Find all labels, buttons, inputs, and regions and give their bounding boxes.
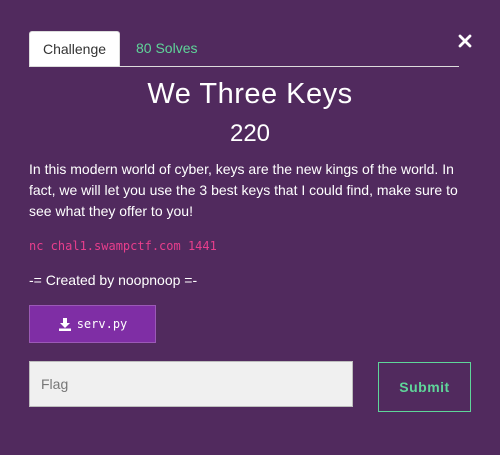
tab-solves[interactable]: 80 Solves (136, 31, 197, 66)
challenge-points: 220 (229, 120, 271, 147)
tab-bar: Challenge 80 Solves (29, 31, 459, 67)
flag-input[interactable] (29, 361, 353, 407)
submit-button[interactable]: Submit (378, 362, 471, 412)
download-icon (58, 317, 72, 331)
author-credit: -= Created by noopnoop =- (29, 272, 198, 288)
challenge-title: We Three Keys (147, 78, 353, 110)
connection-command: nc chal1.swampctf.com 1441 (29, 239, 217, 253)
challenge-modal: Challenge 80 Solves We Three Keys 220 In… (0, 0, 500, 455)
challenge-description: In this modern world of cyber, keys are … (29, 161, 458, 219)
tab-challenge[interactable]: Challenge (29, 31, 120, 66)
download-file-label: serv.py (76, 317, 128, 331)
download-file-button[interactable]: serv.py (29, 305, 156, 343)
